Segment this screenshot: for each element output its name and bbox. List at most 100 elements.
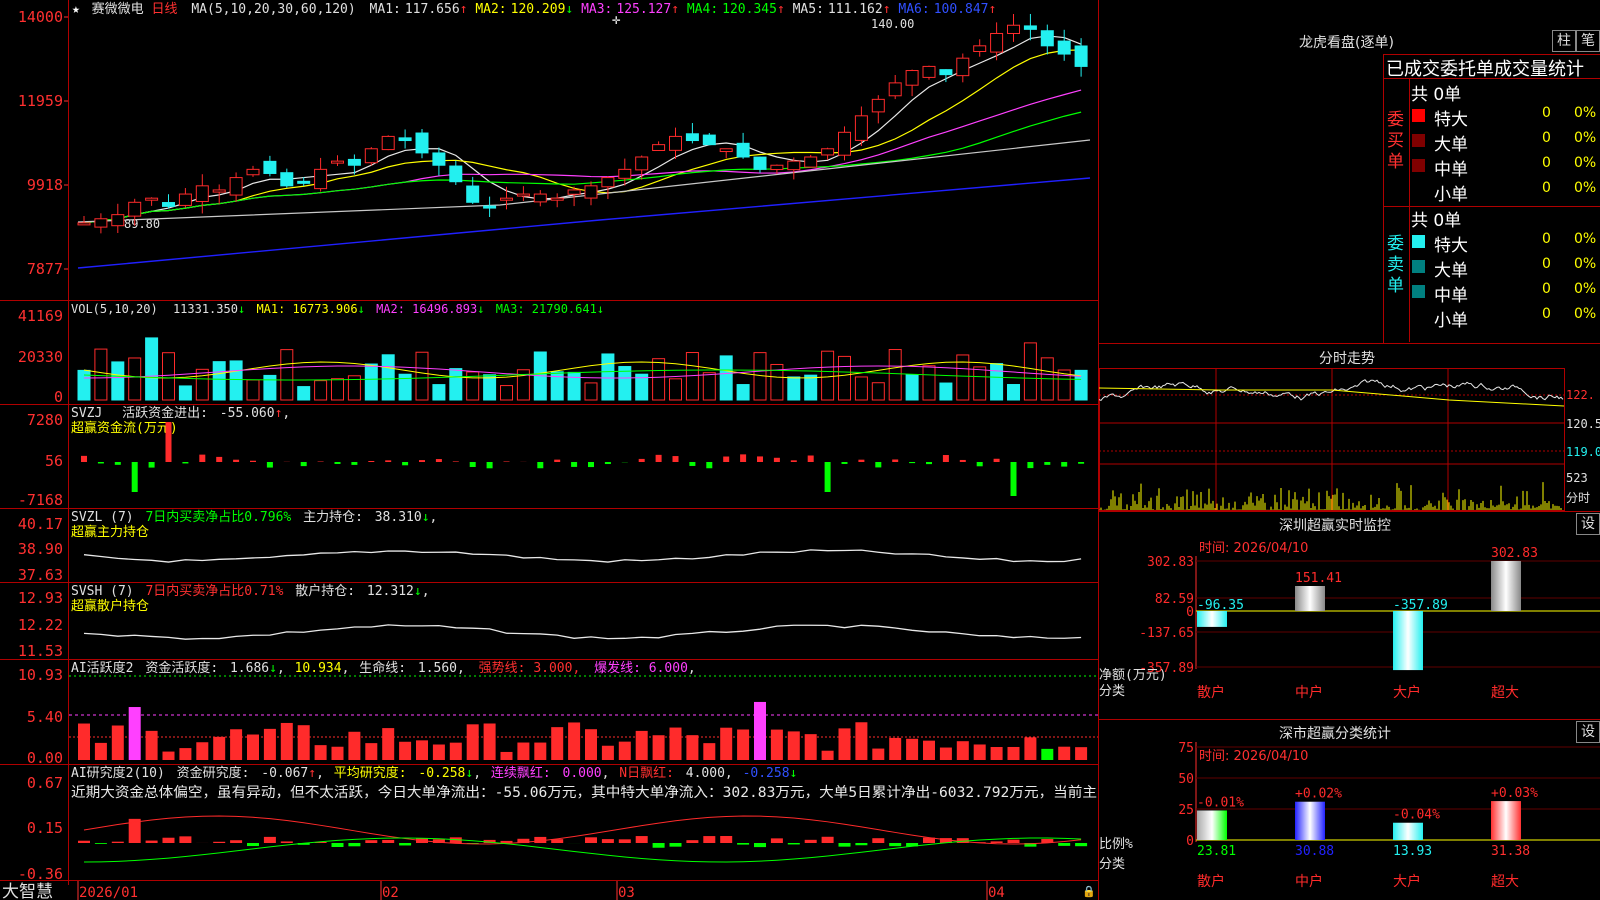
candle-body [1007,24,1020,34]
crosshair-cursor-icon: ✛ [612,12,620,28]
svzj-bar [250,460,256,462]
lock-icon[interactable]: 🔒 [1082,885,1096,898]
category-bar [1197,611,1227,627]
activity-bar [973,744,986,760]
candle-body [297,180,311,184]
legend-swatch [1412,310,1425,323]
candle-body [601,177,615,188]
candle-body [1074,45,1088,67]
activity-bar [821,750,834,760]
svsh-holding-line [83,624,1082,640]
bar-value-label: 23.81 [1197,844,1236,859]
monitor-chart: 302.8382.590-137.65-357.89净额(万元)分类-96.35… [1099,546,1600,701]
price-tick: 7877 [27,260,63,278]
candle-body [736,142,750,158]
svzj-bar [790,460,797,462]
svg-text:20330: 20330 [18,348,63,366]
ma-header: ★ 赛微微电 日线 MA(5,10,20,30,60,120) MA1: 117.… [72,1,996,17]
activity-bar [754,701,766,760]
activity-bar [128,707,141,760]
svzj-header: SVZJ 活跃资金进出: -55.060↑, [71,405,290,421]
volume-bar [821,350,835,401]
volume-bar [567,371,581,401]
svsh-line [83,624,1082,640]
main-chart[interactable]: 14000 11959 9918 7877 ★ 赛微微电 日线 MA(5,10,… [0,0,1099,900]
svg-text:04: 04 [988,885,1005,900]
order-count: 0 [1542,256,1551,272]
research-bar [804,839,817,843]
candle-body [314,168,328,190]
category-label: 散户 [1197,684,1225,701]
svzj-bar [300,462,307,467]
legend-swatch [1412,285,1425,298]
volume-bar [449,368,463,401]
candle-body [516,193,530,197]
category-label: 超大 [1491,874,1519,890]
activity-bar [635,730,648,760]
ai-research-bars [78,815,1088,863]
candle-body [178,193,192,206]
order-count: 0 [1542,130,1551,146]
svzj-bar [469,462,476,467]
brand-logo: 大智慧 [2,882,53,900]
research-bar [162,837,175,843]
research-bar [78,840,90,843]
svsh-subtitle: 超赢散户持仓 [71,598,149,614]
research-bar [872,838,885,843]
svzl-holding-line [83,549,1082,563]
y-tick-label: 75 [1178,741,1194,756]
candle-body [702,134,716,146]
svg-text:38.90: 38.90 [18,540,63,558]
activity-bar [551,727,564,760]
activity-bar [162,751,175,760]
activity-bar [500,751,513,760]
bar-view-button[interactable]: 柱 [1552,30,1576,52]
volume-bar [381,354,395,401]
volume-bar [263,374,277,401]
order-total: 共 0单 [1411,211,1462,231]
monitor-settings-button[interactable]: 设 [1576,513,1600,535]
candle-body [466,185,480,203]
intraday-chart[interactable]: 122. 120.5 119.0 523 分时 [1099,368,1600,538]
activity-bar [990,747,1003,760]
y-tick-label: 0 [1186,834,1194,849]
candle-body [905,70,919,86]
research-bar [754,843,766,848]
volume-bar [922,365,936,401]
svzj-bar [571,462,578,467]
legend-swatch [1412,235,1425,248]
candle-body [398,137,412,142]
category-bar [1393,822,1423,840]
svzj-bar [97,462,104,464]
activity-bar [585,729,597,760]
order-count: 0 [1542,180,1551,196]
legend-swatch [1412,260,1425,273]
order-count: 0 [1542,281,1551,297]
volume-bar [128,357,142,401]
candle-body [635,156,649,171]
research-bar [770,838,783,843]
bar-value-label: -0.04% [1393,808,1440,823]
research-bar [1007,839,1020,843]
candle-body [162,202,175,207]
volume-bar [702,372,716,401]
svzj-bar [942,455,949,462]
candle-body [212,189,226,193]
svg-text:120.5: 120.5 [1566,417,1600,431]
svzj-bar [926,462,932,465]
x-axis-title: 分类 [1099,857,1125,872]
price-tick: 14000 [18,8,63,26]
category-label: 中户 [1295,684,1323,701]
activity-bar [889,737,902,760]
order-size-label: 大单 [1434,261,1468,281]
bar-value-label: +0.03% [1491,786,1538,801]
bar-value-label: 30.88 [1295,844,1334,859]
svzj-subtitle: 超赢资金流(万元) [71,420,178,436]
activity-bar [568,722,581,760]
svzj-bar [655,454,662,462]
tick-view-button[interactable]: 笔 [1576,30,1600,52]
volume-bar [212,361,226,401]
activity-bar [517,742,530,760]
svg-text:12.22: 12.22 [18,616,63,634]
candle-body [618,168,632,179]
